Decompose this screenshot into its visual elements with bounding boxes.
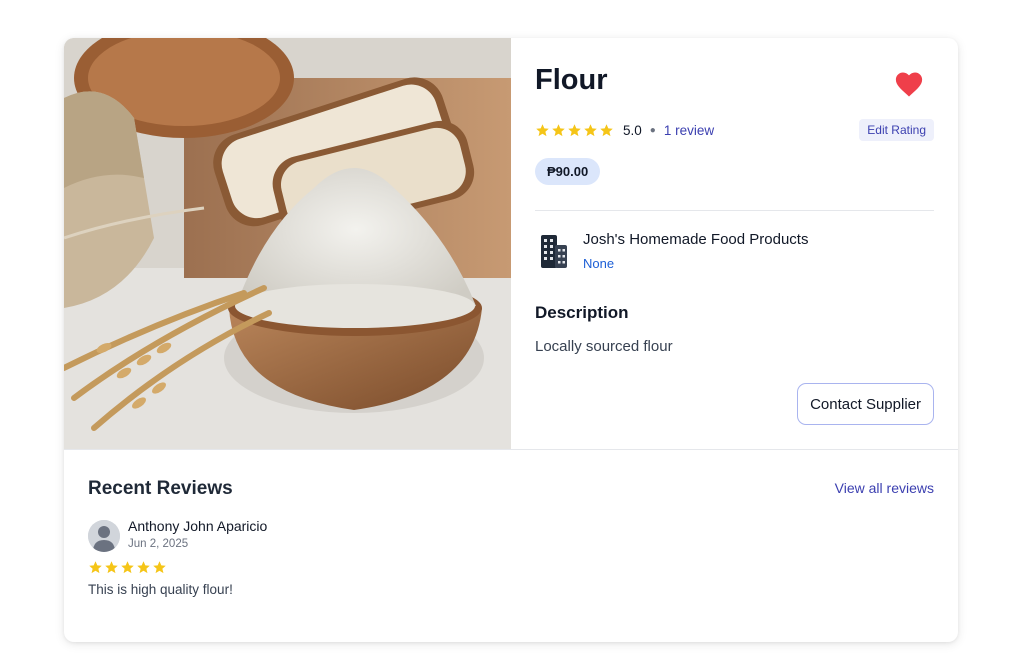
- star-icon: [600, 123, 613, 136]
- building-icon: [539, 233, 569, 269]
- edit-rating-button[interactable]: Edit Rating: [859, 119, 934, 141]
- supplier-name[interactable]: Josh's Homemade Food Products: [583, 231, 808, 248]
- supplier-location-link[interactable]: None: [583, 256, 614, 271]
- description-text: Locally sourced flour: [535, 338, 673, 355]
- rating-value: 5.0: [623, 122, 642, 138]
- price-badge: ₱90.00: [535, 158, 601, 185]
- rating-stars: [535, 123, 614, 138]
- separator-dot: ●: [649, 124, 656, 136]
- view-all-reviews-link[interactable]: View all reviews: [835, 480, 934, 496]
- product-title: Flour: [535, 64, 608, 96]
- product-image: [64, 38, 511, 449]
- review-text: This is high quality flour!: [88, 582, 233, 597]
- reviews-heading: Recent Reviews: [88, 478, 233, 499]
- star-icon: [121, 561, 134, 574]
- star-icon: [89, 561, 102, 574]
- favorite-heart-icon[interactable]: [894, 70, 924, 98]
- reviewer-name: Anthony John Aparicio: [128, 518, 268, 534]
- rating-summary: 5.0 ● 1 review: [535, 120, 714, 140]
- star-icon: [536, 123, 549, 136]
- star-icon: [552, 123, 565, 136]
- avatar: [88, 520, 120, 552]
- supplier-info: Josh's Homemade Food Products None: [535, 231, 934, 275]
- review-date: Jun 2, 2025: [128, 538, 189, 550]
- description-heading: Description: [535, 303, 629, 322]
- contact-supplier-button[interactable]: Contact Supplier: [797, 383, 934, 425]
- divider: [535, 210, 934, 211]
- product-card: Flour 5.0 ● 1 review Edit Rating ₱90.00 …: [64, 38, 958, 642]
- review-count-link[interactable]: 1 review: [664, 123, 714, 138]
- star-icon: [568, 123, 581, 136]
- recent-reviews-section: Recent Reviews View all reviews Anthony …: [88, 450, 934, 640]
- review-stars: [88, 560, 167, 575]
- product-details: Flour 5.0 ● 1 review Edit Rating ₱90.00 …: [64, 38, 958, 449]
- product-info: Flour 5.0 ● 1 review Edit Rating ₱90.00 …: [535, 38, 934, 449]
- star-icon: [137, 561, 150, 574]
- star-icon: [584, 123, 597, 136]
- star-icon: [105, 561, 118, 574]
- star-icon: [153, 561, 166, 574]
